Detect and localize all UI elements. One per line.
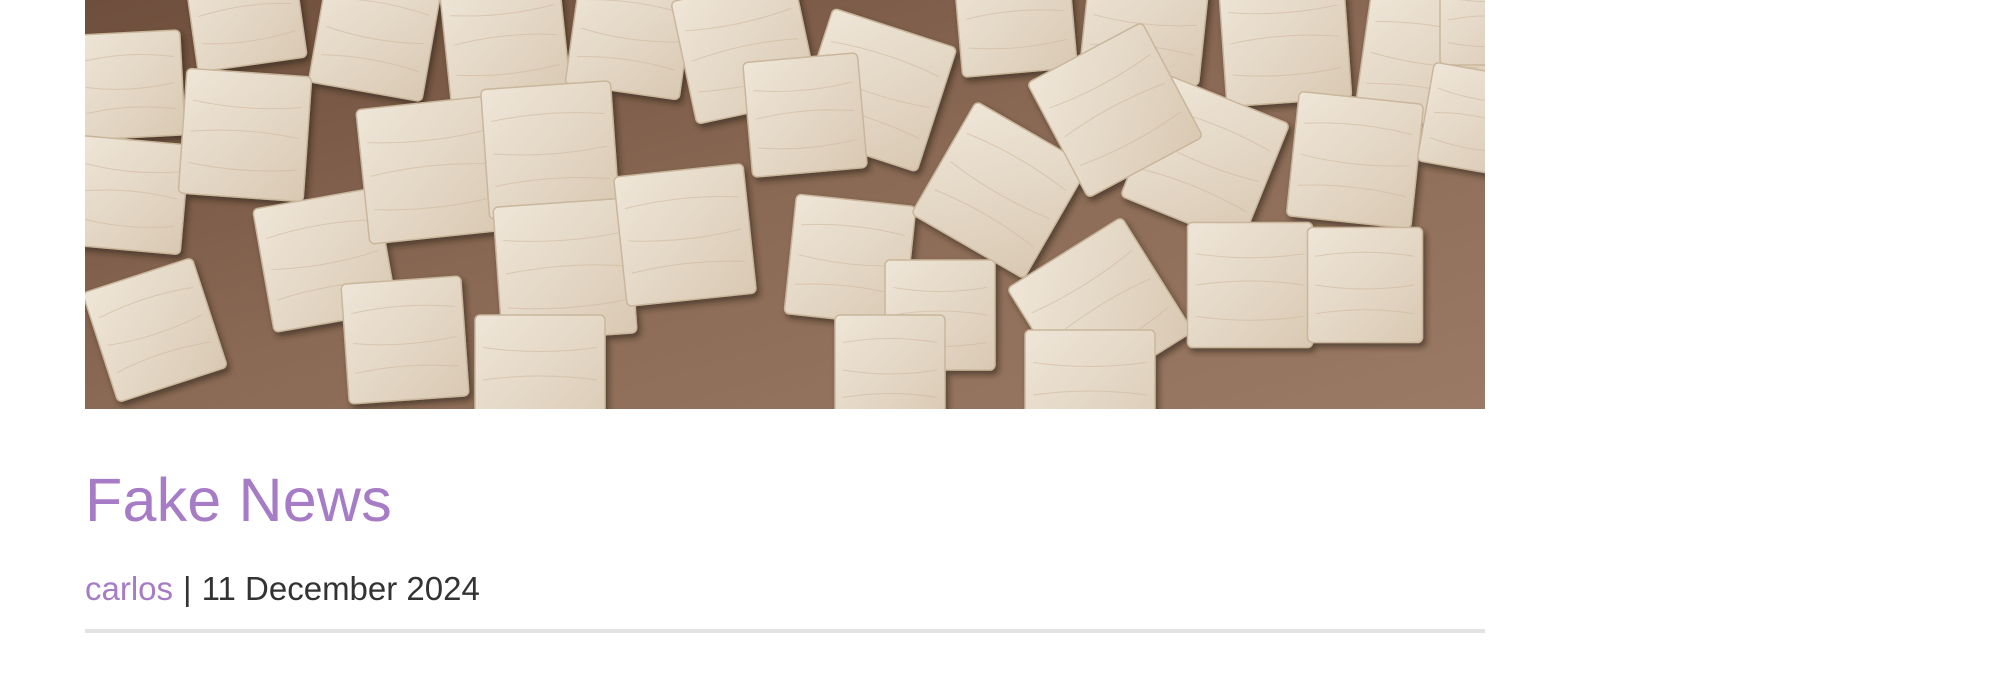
wooden-block: [834, 314, 946, 409]
wooden-block: [1024, 329, 1156, 409]
post-hero-image: [85, 0, 1485, 409]
wooden-block: [742, 52, 868, 178]
blog-post: Fake News carlos | 11 December 2024: [85, 0, 1485, 641]
wooden-block: [474, 314, 606, 409]
wooden-block: [1306, 226, 1424, 344]
wooden-block: [613, 163, 757, 307]
wooden-block: [177, 67, 313, 203]
post-meta: carlos | 11 December 2024: [85, 569, 1485, 609]
post-divider: [85, 629, 1485, 633]
post-title-link[interactable]: Fake News: [85, 466, 392, 534]
wooden-block: [340, 275, 470, 405]
wooden-block: [480, 80, 620, 220]
wooden-block: [1217, 0, 1353, 108]
wooden-block: [85, 135, 190, 255]
post-date: 11 December 2024: [201, 570, 480, 607]
wooden-block: [1439, 0, 1485, 66]
wooden-block: [1286, 91, 1424, 229]
wooden-blocks-illustration: [85, 0, 1485, 409]
wooden-block: [1186, 221, 1314, 349]
wooden-block: [85, 29, 186, 141]
post-title: Fake News: [85, 465, 1485, 535]
author-link[interactable]: carlos: [85, 570, 173, 607]
meta-separator: |: [183, 570, 192, 607]
